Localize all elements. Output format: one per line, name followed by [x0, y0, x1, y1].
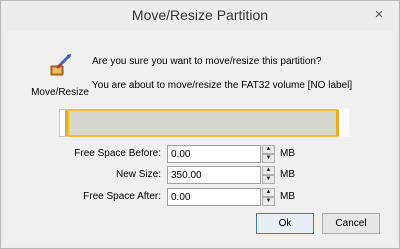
spin-up-icon[interactable]: ▲: [262, 188, 275, 197]
free-space-after-label: Free Space After:: [83, 191, 161, 202]
volume-block[interactable]: [67, 109, 339, 137]
tool-label: Move/Resize: [31, 87, 89, 98]
free-space-before-input[interactable]: [167, 145, 261, 163]
free-space-after-input[interactable]: [167, 188, 261, 206]
spin-down-icon[interactable]: ▼: [262, 154, 275, 163]
new-size-input[interactable]: [167, 166, 261, 184]
move-resize-dialog: Move/Resize Partition × Move/Resize Are …: [0, 0, 400, 249]
spin-down-icon[interactable]: ▼: [262, 197, 275, 206]
partition-map[interactable]: [59, 109, 349, 137]
new-size-label: New Size:: [115, 169, 161, 180]
title-bar[interactable]: Move/Resize Partition ×: [1, 1, 399, 31]
free-space-after-row: Free Space After: ▲ ▼ MB: [6, 188, 394, 206]
spin-up-icon[interactable]: ▲: [262, 145, 275, 154]
free-space-after-block: [339, 109, 349, 137]
unit-label: MB: [280, 148, 295, 159]
left-resize-handle[interactable]: [65, 110, 68, 136]
free-space-before-row: Free Space Before: ▲ ▼ MB: [6, 145, 394, 163]
move-resize-icon: [50, 54, 71, 76]
unit-label: MB: [280, 191, 295, 202]
free-space-before-label: Free Space Before:: [74, 148, 161, 159]
dialog-body: Move/Resize Are you sure you want to mov…: [6, 31, 394, 244]
close-icon[interactable]: ×: [369, 6, 389, 24]
cancel-button[interactable]: Cancel: [322, 213, 380, 234]
new-size-stepper[interactable]: ▲ ▼: [262, 166, 275, 184]
move-resize-tool: Move/Resize: [28, 51, 92, 103]
free-space-before-stepper[interactable]: ▲ ▼: [262, 145, 275, 163]
spin-up-icon[interactable]: ▲: [262, 166, 275, 175]
window-title: Move/Resize Partition: [131, 7, 269, 23]
new-size-row: New Size: ▲ ▼ MB: [6, 166, 394, 184]
spin-down-icon[interactable]: ▼: [262, 175, 275, 184]
ok-button[interactable]: Ok: [256, 213, 314, 234]
unit-label: MB: [280, 169, 295, 180]
free-space-after-stepper[interactable]: ▲ ▼: [262, 188, 275, 206]
volume-info: You are about to move/resize the FAT32 v…: [92, 80, 353, 91]
confirm-question: Are you sure you want to move/resize thi…: [92, 56, 322, 67]
